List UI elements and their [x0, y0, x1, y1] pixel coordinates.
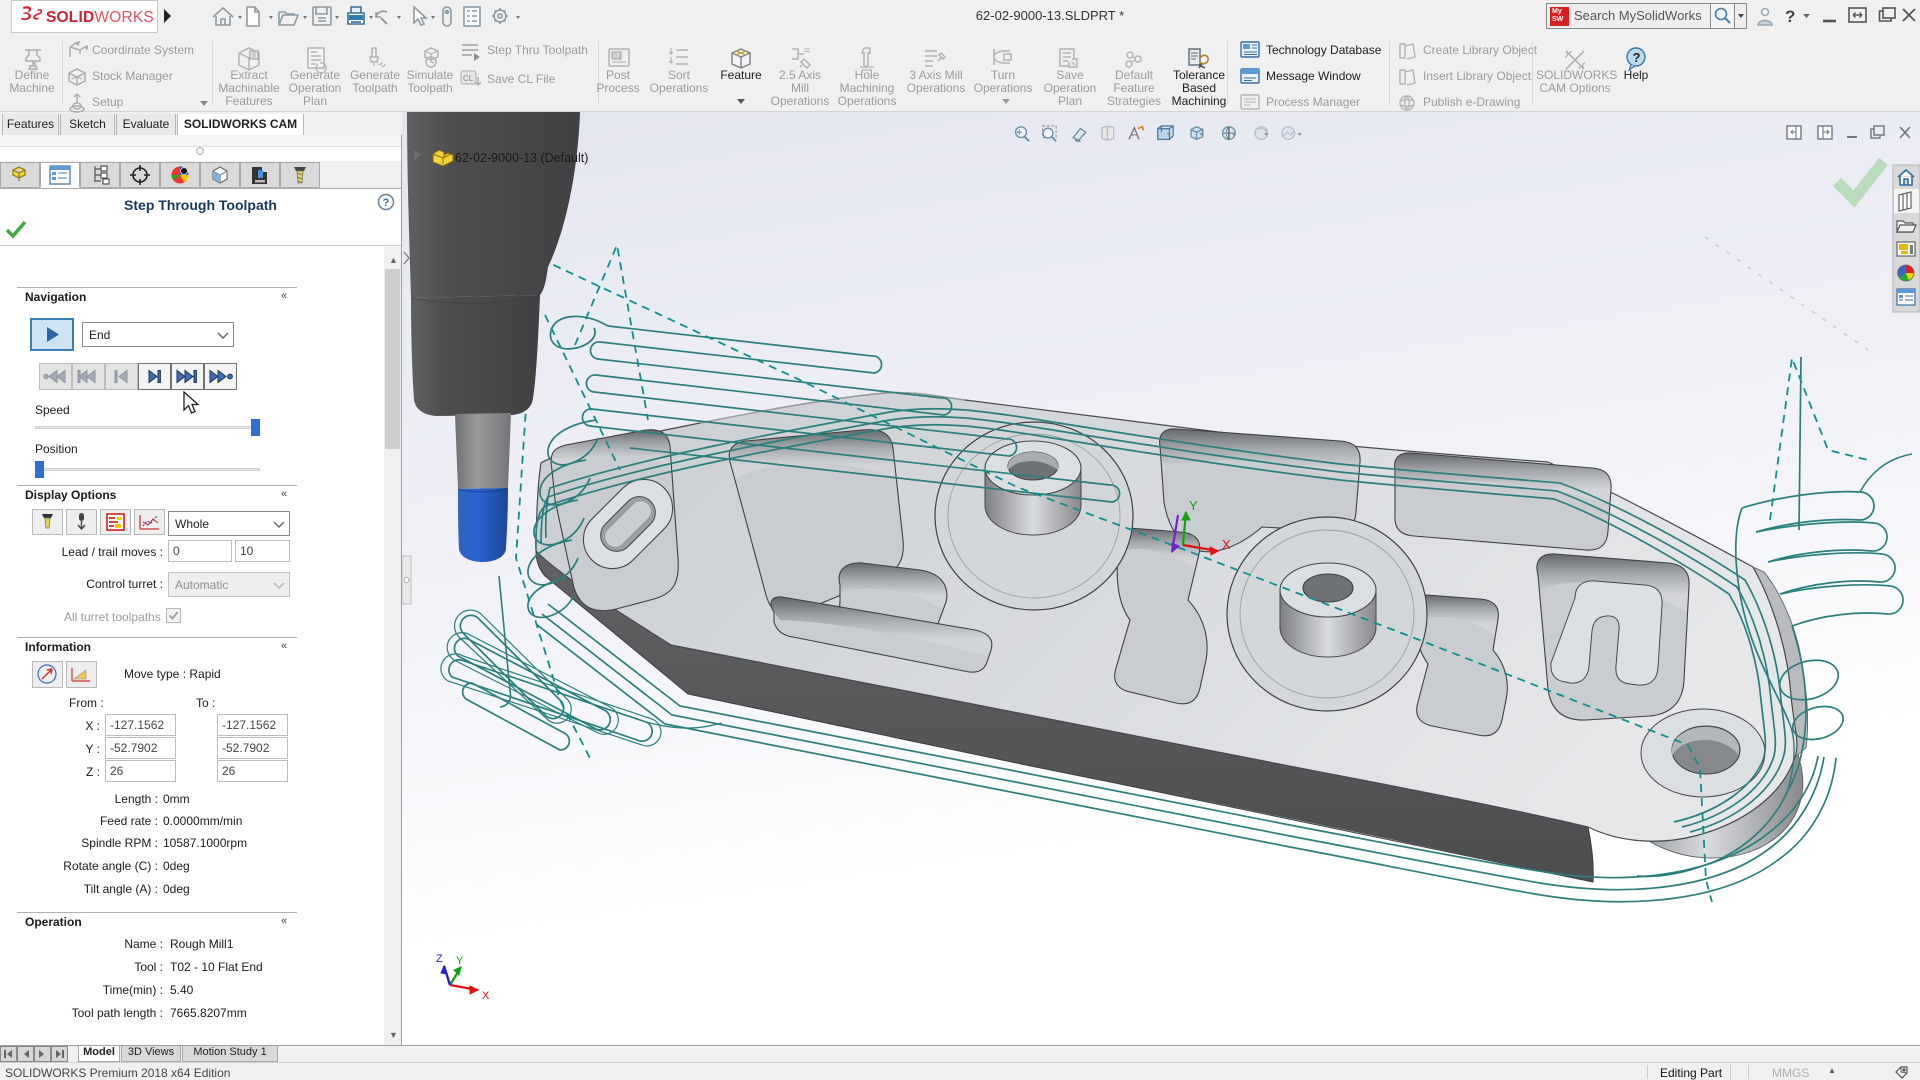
svg-text:Z: Z — [436, 953, 443, 965]
svg-text:62-02-9000-13 (Default): 62-02-9000-13 (Default) — [455, 151, 588, 165]
svg-text:G1: G1 — [613, 54, 622, 60]
svg-text:X: X — [1222, 537, 1231, 552]
svg-text:X: X — [482, 990, 490, 1002]
svg-text:Y: Y — [1189, 498, 1198, 513]
svg-text:?: ? — [383, 197, 390, 209]
svg-text:CL: CL — [463, 74, 474, 83]
svg-text:?: ? — [1785, 7, 1795, 26]
svg-text:Y: Y — [456, 955, 464, 967]
svg-text:SOLIDWORKS: SOLIDWORKS — [46, 9, 154, 26]
svg-text:?: ? — [1633, 50, 1641, 65]
